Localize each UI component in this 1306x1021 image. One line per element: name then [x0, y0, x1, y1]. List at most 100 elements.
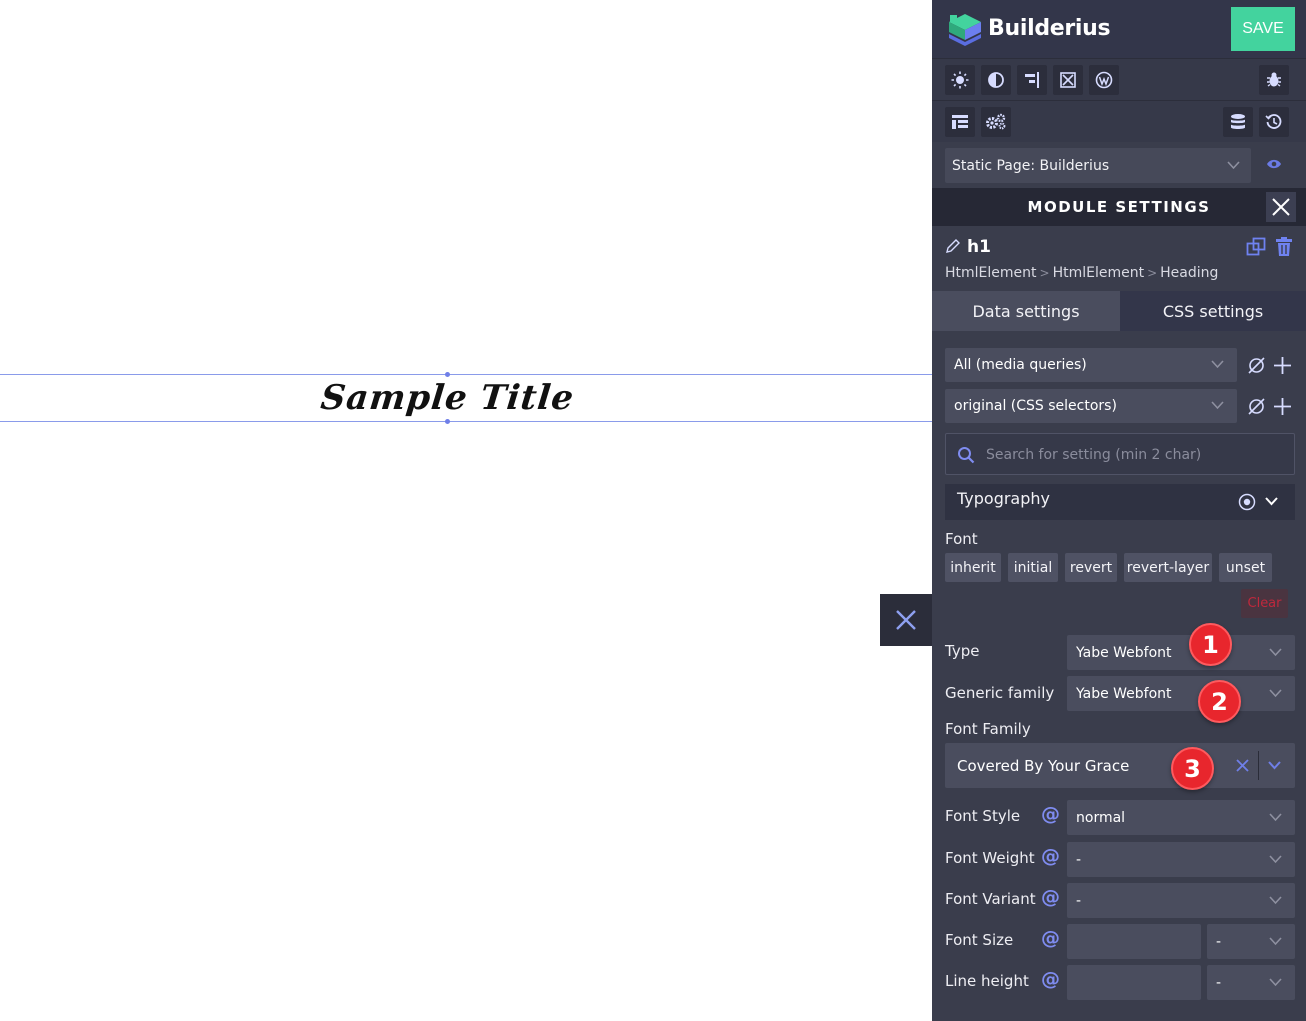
- database-button[interactable]: [1223, 107, 1253, 137]
- wordpress-button[interactable]: [1089, 65, 1119, 95]
- breadcrumb-item[interactable]: HtmlElement: [945, 265, 1037, 281]
- clear-selection-icon[interactable]: [1236, 759, 1249, 772]
- save-button[interactable]: SAVE: [1231, 7, 1295, 51]
- at-variable-button[interactable]: @: [1041, 886, 1060, 908]
- gears-icon: [986, 113, 1006, 130]
- breadcrumb-item[interactable]: HtmlElement: [1053, 265, 1145, 281]
- settings-button[interactable]: [981, 107, 1011, 137]
- pencil-icon[interactable]: [945, 238, 961, 254]
- tab-data-settings[interactable]: Data settings: [932, 291, 1120, 331]
- chevron-down-icon: [1211, 360, 1224, 369]
- chevron-down-icon: [1269, 978, 1282, 987]
- module-close-button[interactable]: [1266, 192, 1296, 222]
- empty-set-icon[interactable]: [1247, 397, 1266, 416]
- font-weight-select[interactable]: -: [1067, 842, 1295, 877]
- css-selector-select[interactable]: original (CSS selectors): [945, 389, 1237, 423]
- chevron-down-icon: [1269, 855, 1282, 864]
- at-variable-button[interactable]: @: [1041, 927, 1060, 949]
- module-settings-header: MODULE SETTINGS: [932, 188, 1306, 226]
- typography-section-title: Typography: [957, 489, 1050, 508]
- type-select[interactable]: Yabe Webfont: [1067, 635, 1295, 670]
- annotation-badge-3: 3: [1171, 747, 1214, 790]
- type-label: Type: [945, 642, 980, 660]
- line-height-input[interactable]: [1067, 965, 1201, 1000]
- typography-section-header[interactable]: Typography: [945, 484, 1295, 520]
- plus-icon[interactable]: [1273, 397, 1292, 416]
- page-canvas: Sample Title: [0, 0, 932, 1021]
- generic-family-select[interactable]: Yabe Webfont: [1067, 676, 1295, 711]
- font-chip-revert-layer[interactable]: revert-layer: [1124, 553, 1212, 582]
- radio-dot-icon: [1238, 493, 1256, 511]
- search-placeholder: Search for setting (min 2 char): [986, 447, 1202, 463]
- eye-icon[interactable]: [1266, 158, 1282, 170]
- breadcrumb: HtmlElement > HtmlElement > Heading: [945, 265, 1218, 281]
- at-variable-button[interactable]: @: [1041, 845, 1060, 867]
- module-settings-title: MODULE SETTINGS: [1027, 198, 1211, 216]
- tab-css-settings[interactable]: CSS settings: [1120, 291, 1306, 331]
- selection-guide-top: [0, 374, 932, 375]
- layout-button[interactable]: [945, 107, 975, 137]
- line-height-unit-value: -: [1216, 974, 1222, 991]
- line-height-label: Line height: [945, 972, 1029, 990]
- generic-family-value: Yabe Webfont: [1076, 685, 1172, 702]
- light-mode-button[interactable]: [945, 65, 975, 95]
- contrast-icon: [988, 72, 1004, 88]
- annotation-badge-2: 2: [1198, 680, 1241, 723]
- font-size-label: Font Size: [945, 931, 1014, 949]
- font-weight-value: -: [1076, 851, 1082, 868]
- duplicate-icon[interactable]: [1246, 237, 1266, 257]
- clear-button[interactable]: Clear: [1241, 589, 1288, 618]
- chevron-down-icon: [1269, 813, 1282, 822]
- layout-list-icon: [952, 115, 968, 129]
- font-size-unit-select[interactable]: -: [1207, 924, 1295, 959]
- trash-icon[interactable]: [1275, 237, 1293, 257]
- chevron-down-icon[interactable]: [1268, 761, 1281, 770]
- setting-search-input[interactable]: Search for setting (min 2 char): [945, 433, 1295, 475]
- font-chip-inherit[interactable]: inherit: [945, 553, 1001, 582]
- page-select[interactable]: Static Page: Builderius: [945, 148, 1251, 183]
- font-chip-revert[interactable]: revert: [1065, 553, 1117, 582]
- font-chip-unset[interactable]: unset: [1219, 553, 1272, 582]
- database-icon: [1231, 114, 1245, 129]
- font-size-input[interactable]: [1067, 924, 1201, 959]
- at-variable-button[interactable]: @: [1041, 968, 1060, 990]
- align-button[interactable]: [1017, 65, 1047, 95]
- plus-icon[interactable]: [1273, 356, 1292, 375]
- history-button[interactable]: [1259, 107, 1289, 137]
- font-variant-value: -: [1076, 892, 1082, 909]
- debug-button[interactable]: [1259, 65, 1289, 95]
- history-icon: [1265, 114, 1282, 129]
- font-family-label: Font Family: [945, 720, 1031, 738]
- at-variable-button[interactable]: @: [1041, 803, 1060, 825]
- bug-icon: [1267, 72, 1281, 87]
- media-query-select[interactable]: All (media queries): [945, 348, 1237, 382]
- font-style-select[interactable]: normal: [1067, 800, 1295, 835]
- font-family-select[interactable]: Covered By Your Grace: [945, 743, 1295, 788]
- font-style-value: normal: [1076, 809, 1126, 826]
- font-size-unit-value: -: [1216, 933, 1222, 950]
- wordpress-icon: [1095, 71, 1113, 89]
- selection-guide-bottom: [0, 421, 932, 422]
- css-selector-value: original (CSS selectors): [954, 398, 1117, 414]
- breadcrumb-item-current: Heading: [1160, 265, 1219, 281]
- close-icon: [896, 610, 916, 630]
- font-label: Font: [945, 530, 978, 548]
- search-icon: [958, 447, 975, 464]
- close-panel-button[interactable]: [880, 594, 932, 646]
- resize-handle-bottom[interactable]: [445, 419, 450, 424]
- contrast-button[interactable]: [981, 65, 1011, 95]
- chevron-down-icon: [1227, 161, 1240, 170]
- empty-set-icon[interactable]: [1247, 356, 1266, 375]
- line-height-unit-select[interactable]: -: [1207, 965, 1295, 1000]
- font-variant-select[interactable]: -: [1067, 883, 1295, 918]
- fullscreen-button[interactable]: [1053, 65, 1083, 95]
- font-chip-initial[interactable]: initial: [1008, 553, 1058, 582]
- type-value: Yabe Webfont: [1076, 644, 1172, 661]
- sample-title[interactable]: Sample Title: [0, 378, 897, 418]
- settings-tabs: Data settings CSS settings: [932, 291, 1306, 331]
- dropdown-divider: [1258, 751, 1259, 780]
- media-query-value: All (media queries): [954, 357, 1087, 373]
- font-variant-label: Font Variant: [945, 890, 1036, 908]
- builder-panel: Builderius SAVE Static Page: Builderius …: [932, 0, 1306, 1021]
- resize-handle-top[interactable]: [445, 372, 450, 377]
